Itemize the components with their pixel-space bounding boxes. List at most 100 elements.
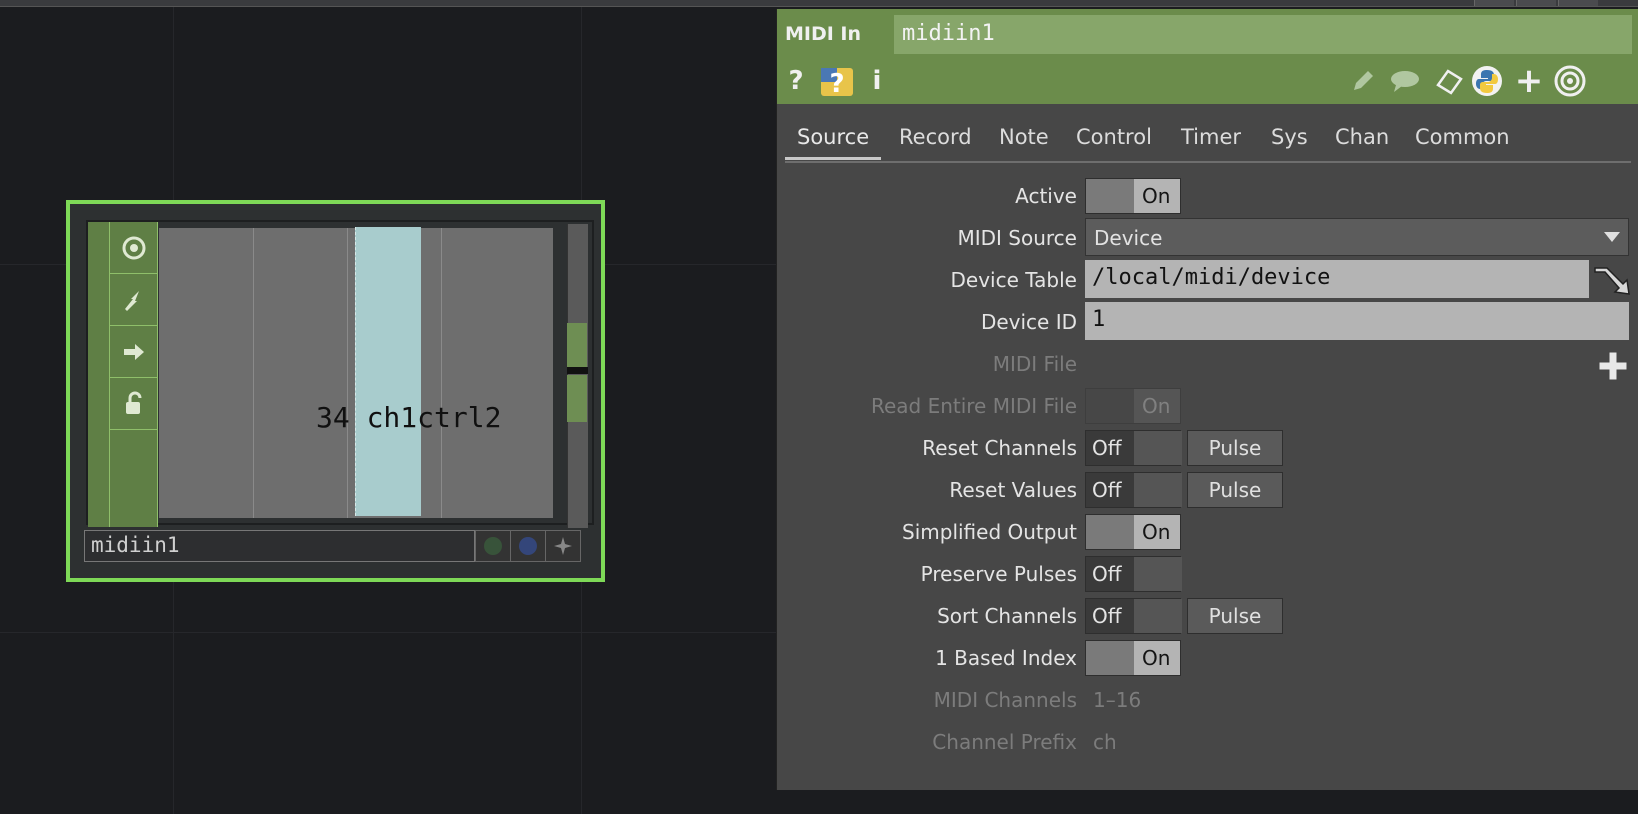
- toggle-knob: [1134, 599, 1182, 633]
- lock-icon[interactable]: [110, 378, 158, 430]
- add-file-icon[interactable]: [1597, 350, 1629, 382]
- tab-sys[interactable]: Sys: [1259, 125, 1320, 157]
- active-toggle[interactable]: On: [1085, 178, 1181, 214]
- param-read-entire: Read Entire MIDI File On: [777, 386, 1638, 426]
- add-icon[interactable]: +: [1515, 61, 1544, 101]
- tab-timer[interactable]: Timer: [1169, 125, 1253, 157]
- operator-name-field[interactable]: midiin1: [894, 15, 1632, 54]
- param-label: Preserve Pulses: [920, 562, 1077, 586]
- sort-channels-pulse-button[interactable]: Pulse: [1187, 598, 1283, 634]
- param-midi-file: MIDI File: [777, 344, 1638, 384]
- render-button[interactable]: [545, 530, 581, 562]
- network-editor[interactable]: 34 ch1ctrl2 midiin1 MIDI In midiin1 ? ? …: [0, 0, 1638, 814]
- param-simplified-output: Simplified Output On: [777, 512, 1638, 552]
- read-entire-toggle[interactable]: On: [1085, 388, 1181, 424]
- toggle-value: On: [1142, 184, 1171, 208]
- reset-channels-pulse-button[interactable]: Pulse: [1187, 430, 1283, 466]
- sort-channels-toggle[interactable]: Off: [1085, 598, 1182, 634]
- toggle-knob: [1134, 473, 1182, 507]
- param-label: Active: [1015, 184, 1077, 208]
- param-label: Reset Channels: [922, 436, 1077, 460]
- param-reset-values: Reset Values Off Pulse: [777, 470, 1638, 510]
- tab-source[interactable]: Source: [785, 125, 882, 160]
- reset-channels-toggle[interactable]: Off: [1085, 430, 1182, 466]
- param-label: MIDI Channels: [933, 688, 1077, 712]
- midiin-node[interactable]: [66, 200, 605, 582]
- window-button[interactable]: [1474, 0, 1514, 6]
- viewer-icon[interactable]: [110, 222, 158, 274]
- toggle-value: On: [1142, 520, 1171, 544]
- channel-readout: 34 ch1ctrl2: [316, 401, 501, 434]
- param-sort-channels: Sort Channels Off Pulse: [777, 596, 1638, 636]
- midi-source-select[interactable]: Device: [1085, 218, 1629, 256]
- operator-type: MIDI In: [785, 23, 862, 45]
- param-midi-channels: MIDI Channels 1–16: [777, 680, 1638, 720]
- python-help-icon[interactable]: ?: [819, 64, 855, 98]
- top-bar: [0, 0, 1638, 7]
- preserve-pulses-toggle[interactable]: Off: [1085, 556, 1182, 592]
- param-reset-channels: Reset Channels Off Pulse: [777, 428, 1638, 468]
- reset-values-pulse-button[interactable]: Pulse: [1187, 472, 1283, 508]
- scroll-thumb[interactable]: [567, 323, 587, 367]
- node-sidebar: [88, 222, 158, 527]
- viewer-divider: [347, 228, 348, 518]
- param-label: Device ID: [980, 310, 1077, 334]
- param-active: Active On: [777, 176, 1638, 216]
- toggle-value: Off: [1092, 478, 1122, 502]
- param-label: MIDI Source: [957, 226, 1077, 250]
- simplified-output-toggle[interactable]: On: [1085, 514, 1181, 550]
- edit-icon[interactable]: [1349, 64, 1377, 98]
- midi-channels-value[interactable]: 1–16: [1093, 688, 1141, 712]
- tab-common[interactable]: Common: [1403, 125, 1522, 157]
- clone-icon[interactable]: [1433, 64, 1465, 98]
- node-name-field[interactable]: midiin1: [84, 530, 475, 562]
- window-button[interactable]: [1558, 0, 1598, 6]
- channel-prefix-value[interactable]: ch: [1093, 730, 1117, 754]
- toggle-value: Off: [1092, 562, 1122, 586]
- channel-value-bar: [355, 227, 421, 516]
- tab-record[interactable]: Record: [887, 125, 984, 157]
- parameter-tabs: Source Record Note Control Timer Sys Cha…: [785, 121, 1631, 163]
- export-icon[interactable]: [110, 326, 158, 378]
- param-device-table: Device Table /local/midi/device: [777, 260, 1638, 300]
- param-preserve-pulses: Preserve Pulses Off: [777, 554, 1638, 594]
- param-label: MIDI File: [992, 352, 1077, 376]
- help-icon[interactable]: ?: [785, 64, 807, 98]
- display-button[interactable]: [510, 530, 546, 562]
- cook-icon[interactable]: [110, 274, 158, 326]
- param-label: Simplified Output: [902, 520, 1077, 544]
- tab-control[interactable]: Control: [1064, 125, 1164, 157]
- viewer-divider: [253, 228, 254, 518]
- parameter-panel: MIDI In midiin1 ? ? i + Source Record No…: [776, 9, 1638, 790]
- info-icon[interactable]: i: [869, 64, 885, 98]
- param-one-based-index: 1 Based Index On: [777, 638, 1638, 678]
- toggle-value: On: [1142, 394, 1171, 418]
- param-label: Reset Values: [949, 478, 1077, 502]
- target-icon[interactable]: [1553, 64, 1587, 98]
- select-value: Device: [1094, 226, 1163, 250]
- path-arrow-icon[interactable]: [1593, 264, 1633, 298]
- comment-icon[interactable]: [1389, 64, 1421, 98]
- panel-header: MIDI In midiin1 ? ? i +: [777, 9, 1638, 104]
- svg-text:?: ?: [829, 69, 844, 98]
- python-icon[interactable]: [1470, 64, 1504, 98]
- tab-note[interactable]: Note: [987, 125, 1061, 157]
- param-label: Sort Channels: [937, 604, 1077, 628]
- one-based-index-toggle[interactable]: On: [1085, 640, 1181, 676]
- tab-chan[interactable]: Chan: [1323, 125, 1401, 157]
- window-button[interactable]: [1516, 0, 1556, 6]
- bypass-button[interactable]: [475, 530, 511, 562]
- node-sidebar-strip: [88, 222, 110, 527]
- param-device-id: Device ID 1: [777, 302, 1638, 342]
- scroll-thumb[interactable]: [567, 375, 587, 422]
- reset-values-toggle[interactable]: Off: [1085, 472, 1182, 508]
- toggle-knob: [1086, 179, 1134, 213]
- scroll-separator: [567, 367, 588, 374]
- toggle-value: Off: [1092, 604, 1122, 628]
- toggle-knob: [1134, 431, 1182, 465]
- param-label: 1 Based Index: [935, 646, 1077, 670]
- device-table-field[interactable]: /local/midi/device: [1085, 260, 1589, 298]
- device-id-field[interactable]: 1: [1085, 302, 1629, 340]
- param-midi-source: MIDI Source Device: [777, 218, 1638, 258]
- param-label: Channel Prefix: [932, 730, 1077, 754]
